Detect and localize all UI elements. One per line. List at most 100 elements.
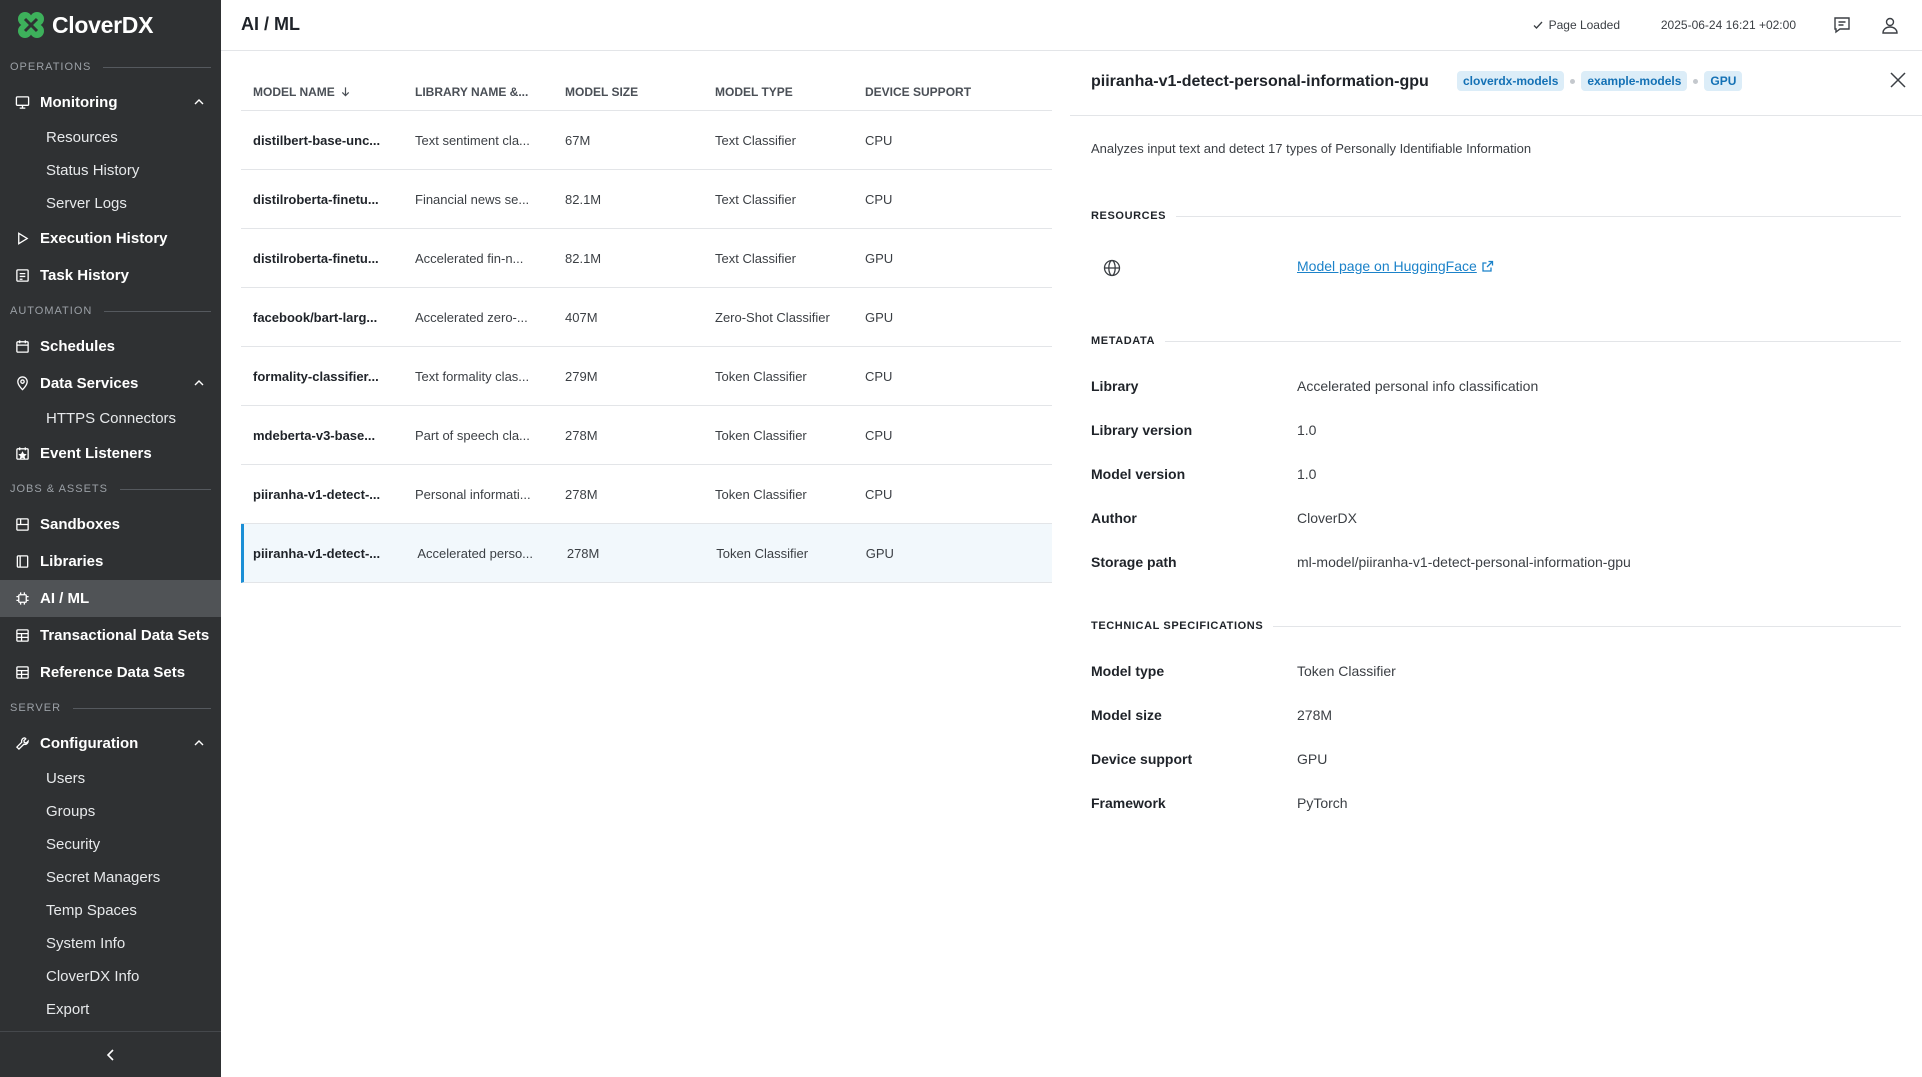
table-row[interactable]: formality-classifier... Text formality c…: [241, 347, 1052, 406]
cell-device: GPU: [865, 309, 894, 325]
column-model-name[interactable]: MODEL NAME: [241, 85, 403, 99]
cell-type: Token Classifier: [715, 368, 807, 384]
meta-library-version: Library version 1.0: [1091, 422, 1317, 438]
nav-ai-ml[interactable]: AI / ML: [0, 580, 221, 617]
cell-model-name: facebook/bart-larg...: [253, 309, 378, 325]
table-row[interactable]: distilbert-base-unc... Text sentiment cl…: [241, 111, 1052, 170]
meta-model-version: Model version 1.0: [1091, 466, 1317, 482]
logo[interactable]: CloverDX: [0, 0, 221, 50]
nav-sandboxes-label: Sandboxes: [40, 516, 121, 533]
notes-icon: [1834, 17, 1850, 34]
logo-text: CloverDX: [52, 11, 154, 38]
chevron-up-icon[interactable]: [192, 376, 206, 390]
collapse-sidebar-button[interactable]: [0, 1031, 221, 1077]
cell-type: Text Classifier: [715, 132, 796, 148]
tag-chip[interactable]: example-models: [1581, 71, 1688, 91]
timestamp: 2025-06-24 16:21 +02:00: [1660, 18, 1796, 32]
cell-size: 82.1M: [565, 191, 602, 207]
table-row[interactable]: facebook/bart-larg... Accelerated zero-.…: [241, 288, 1052, 347]
cell-model-name: distilroberta-finetu...: [253, 191, 379, 207]
tag-chip[interactable]: GPU: [1704, 71, 1743, 91]
user-menu-button[interactable]: [1880, 15, 1900, 35]
cell-model-name: piiranha-v1-detect-...: [253, 486, 381, 502]
table-row[interactable]: piiranha-v1-detect-... Personal informat…: [241, 465, 1052, 524]
meta-storage-path: Storage path ml-model/piiranha-v1-detect-…: [1091, 554, 1631, 570]
cell-type: Text Classifier: [715, 250, 796, 266]
spec-model-type: Model type Token Classifier: [1091, 663, 1396, 679]
section-operations: OPERATIONS: [0, 50, 221, 84]
table-header: MODEL NAME LIBRARY NAME &... MODEL SIZE …: [241, 74, 1052, 111]
column-device-support[interactable]: DEVICE SUPPORT: [853, 85, 1052, 99]
nav-https-connectors[interactable]: HTTPS Connectors: [0, 402, 221, 435]
section-metadata: METADATA: [1091, 335, 1901, 347]
nav-system-info[interactable]: System Info: [0, 927, 221, 960]
cell-device: GPU: [865, 545, 894, 561]
column-model-type[interactable]: MODEL TYPE: [703, 85, 853, 99]
nav-export[interactable]: Export: [0, 993, 221, 1026]
nav-execution-history[interactable]: Execution History: [0, 220, 221, 257]
detail-title: piiranha-v1-detect-personal-information-…: [1091, 73, 1429, 90]
nav-transactional-data-sets[interactable]: Transactional Data Sets: [0, 617, 221, 654]
nav-data-services[interactable]: Data Services: [0, 365, 221, 402]
section-technical-specifications: TECHNICAL SPECIFICATIONS: [1091, 620, 1901, 632]
nav-libraries[interactable]: Libraries: [0, 543, 221, 580]
nav-task-history-label: Task History: [40, 267, 129, 284]
nav-schedules[interactable]: Schedules: [0, 328, 221, 365]
cell-device: CPU: [865, 368, 893, 384]
table-row[interactable]: distilroberta-finetu... Accelerated fin-…: [241, 229, 1052, 288]
external-link-icon: [1482, 260, 1493, 272]
page-title: AI / ML: [241, 14, 300, 34]
cell-library: Part of speech cla...: [415, 427, 530, 443]
nav-temp-spaces[interactable]: Temp Spaces: [0, 894, 221, 927]
nav-secret-managers[interactable]: Secret Managers: [0, 861, 221, 894]
chevron-up-icon[interactable]: [192, 95, 206, 109]
nav-task-history[interactable]: Task History: [0, 257, 221, 294]
chip-icon: [15, 591, 30, 606]
cell-device: CPU: [865, 191, 893, 207]
table-row[interactable]: mdeberta-v3-base... Part of speech cla..…: [241, 406, 1052, 465]
close-button[interactable]: [1888, 70, 1908, 90]
cell-model-name: formality-classifier...: [253, 368, 379, 384]
cell-size: 278M: [565, 427, 598, 443]
nav-data-services-label: Data Services: [40, 375, 139, 392]
chevron-up-icon[interactable]: [192, 736, 206, 750]
nav-reference-data-sets[interactable]: Reference Data Sets: [0, 654, 221, 691]
cell-type: Token Classifier: [715, 486, 807, 502]
nav-resources[interactable]: Resources: [0, 121, 221, 154]
tag-chip[interactable]: cloverdx-models: [1457, 71, 1565, 91]
tag-list: cloverdx-models example-models GPU: [1457, 71, 1743, 91]
nav-security[interactable]: Security: [0, 828, 221, 861]
nav-server-logs[interactable]: Server Logs: [0, 187, 221, 220]
nav-sandboxes[interactable]: Sandboxes: [0, 506, 221, 543]
huggingface-link-label: Model page on HuggingFace: [1297, 258, 1477, 274]
sort-down-icon: [341, 87, 349, 97]
wrench-icon: [15, 736, 30, 751]
calendar-icon: [15, 339, 30, 354]
section-automation: AUTOMATION: [0, 294, 221, 328]
table-row[interactable]: distilroberta-finetu... Financial news s…: [241, 170, 1052, 229]
nav-cloverdx-info[interactable]: CloverDX Info: [0, 960, 221, 993]
nav-configuration[interactable]: Configuration: [0, 725, 221, 762]
cell-library: Accelerated perso...: [417, 545, 534, 561]
cell-device: CPU: [865, 427, 893, 443]
nav-event-listeners-label: Event Listeners: [40, 445, 152, 462]
cell-type: Zero-Shot Classifier: [715, 309, 830, 325]
cell-device: GPU: [865, 250, 894, 266]
huggingface-link[interactable]: Model page on HuggingFace: [1297, 258, 1494, 274]
nav-status-history[interactable]: Status History: [0, 154, 221, 187]
nav-monitoring[interactable]: Monitoring: [0, 84, 221, 121]
cell-model-name: mdeberta-v3-base...: [253, 427, 376, 443]
notes-button[interactable]: [1832, 15, 1852, 35]
nav-users[interactable]: Users: [0, 762, 221, 795]
nav-transactional-data-sets-label: Transactional Data Sets: [40, 627, 210, 644]
nav-event-listeners[interactable]: Event Listeners: [0, 435, 221, 472]
cell-library: Text formality clas...: [415, 368, 530, 384]
pin-icon: [15, 376, 30, 391]
column-library-name[interactable]: LIBRARY NAME &...: [403, 85, 553, 99]
meta-author: Author CloverDX: [1091, 510, 1357, 526]
cell-size: 278M: [565, 486, 598, 502]
sidebar: CloverDX OPERATIONS Monitoring Resources…: [0, 0, 221, 1077]
nav-groups[interactable]: Groups: [0, 795, 221, 828]
column-model-size[interactable]: MODEL SIZE: [553, 85, 703, 99]
table-row-selected[interactable]: piiranha-v1-detect-... Accelerated perso…: [241, 524, 1052, 583]
